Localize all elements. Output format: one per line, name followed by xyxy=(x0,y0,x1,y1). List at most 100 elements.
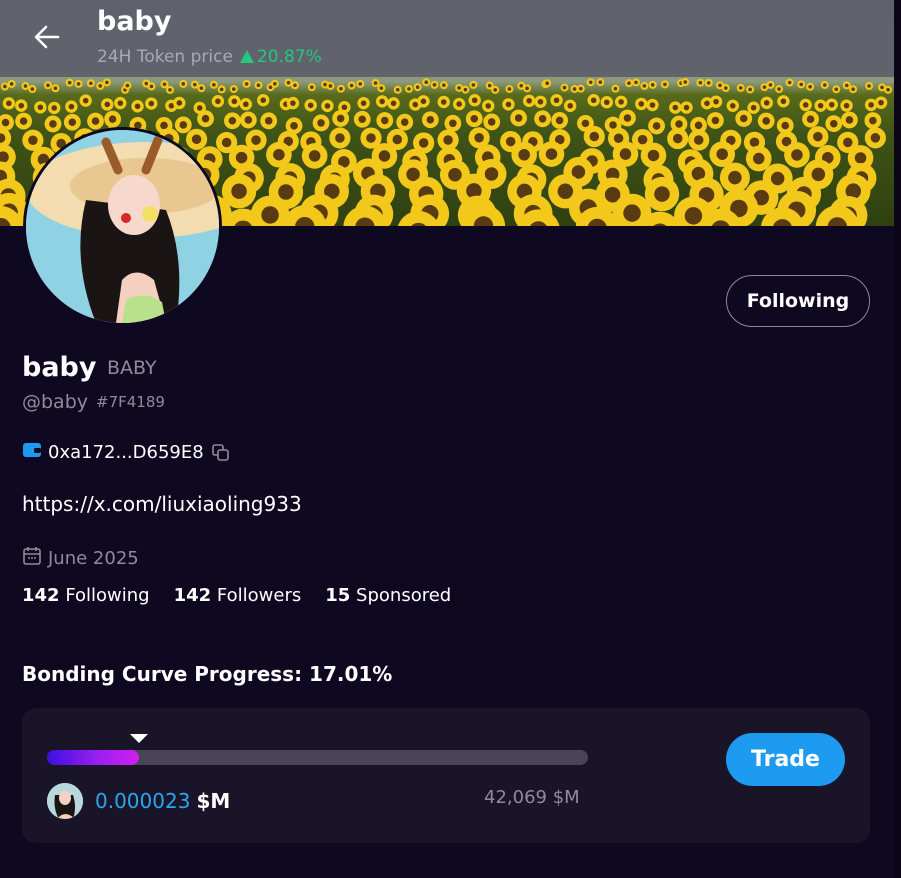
calendar-icon xyxy=(22,546,42,571)
stat-following[interactable]: 142 Following xyxy=(22,585,150,606)
sunflower-center xyxy=(581,119,590,128)
sunflower-center xyxy=(728,170,742,185)
sunflower-center xyxy=(553,97,560,104)
sunflower-center xyxy=(1,118,10,127)
sunflower-center xyxy=(261,206,279,224)
wallet-row: 0xa172...D659E8 xyxy=(22,441,229,463)
token-price-unit: $M xyxy=(196,789,231,813)
sunflower-center xyxy=(104,101,111,108)
stat-following-label: Following xyxy=(65,585,150,606)
sunflower-center xyxy=(844,83,849,88)
scrollbar[interactable] xyxy=(894,0,901,878)
sunflower-center xyxy=(108,115,117,123)
sunflower-center xyxy=(457,86,461,90)
sunflower-center xyxy=(880,85,884,90)
following-button[interactable]: Following xyxy=(726,275,870,327)
sunflower-center xyxy=(228,116,237,125)
back-arrow-icon[interactable] xyxy=(30,20,64,54)
sunflower-center xyxy=(324,103,331,109)
sunflower-center xyxy=(443,135,453,145)
sunflower-center xyxy=(125,83,130,88)
sunflower-center xyxy=(378,150,391,162)
sunflower-center xyxy=(221,137,232,148)
sunflower-center xyxy=(392,134,403,145)
sunflower-center xyxy=(752,152,765,165)
sunflower-center xyxy=(567,103,573,109)
sunflower-center xyxy=(485,103,492,109)
sunflower-center xyxy=(718,83,722,88)
sunflower-center xyxy=(244,82,249,86)
sunflower-center xyxy=(215,98,221,105)
sunflower-center xyxy=(201,114,210,123)
sunflower-center xyxy=(505,136,516,147)
sunflower-center xyxy=(212,83,216,87)
sunflower-center xyxy=(572,87,577,91)
sunflower-center xyxy=(89,81,93,86)
sunflower-center xyxy=(273,81,277,86)
sunflower-center xyxy=(768,83,773,87)
sunflower-center xyxy=(763,100,770,106)
copy-icon[interactable] xyxy=(211,443,229,461)
sunflower-center xyxy=(51,105,58,111)
sunflower-center xyxy=(162,82,167,87)
sunflower-center xyxy=(706,81,711,85)
sunflower-center xyxy=(545,81,549,86)
sunflower-center xyxy=(98,84,103,88)
sunflower-center xyxy=(854,152,867,164)
top-header: baby 24H Token price 20.87% xyxy=(0,0,894,77)
sunflower-center xyxy=(49,120,57,128)
sunflower-center xyxy=(335,133,345,143)
stat-followers-label: Followers xyxy=(216,585,302,606)
trade-button[interactable]: Trade xyxy=(726,733,845,786)
stat-followers-count: 142 xyxy=(173,585,212,606)
sunflower-center xyxy=(829,119,838,128)
sunflower-center xyxy=(290,122,298,130)
sunflower-center xyxy=(307,102,314,109)
sunflower-center xyxy=(46,83,50,88)
sunflower-center xyxy=(828,101,835,108)
sunflower-center xyxy=(694,121,703,130)
sunflower-center xyxy=(749,137,760,148)
profile-link[interactable]: https://x.com/liuxiaoling933 xyxy=(22,492,302,516)
sunflower-center xyxy=(683,104,690,111)
sunflower-center xyxy=(777,87,781,91)
profile-name: baby xyxy=(22,352,97,383)
sunflower-center xyxy=(18,102,25,109)
sunflower-center xyxy=(448,167,462,182)
sunflower-center xyxy=(442,83,446,87)
sunflower-center xyxy=(37,104,44,111)
sunflower-center xyxy=(144,81,149,86)
stat-followers[interactable]: 142 Followers xyxy=(174,585,302,606)
sunflower-center xyxy=(780,98,787,105)
sunflower-center xyxy=(328,84,333,88)
sunflower-center xyxy=(588,80,593,85)
sunflower-center xyxy=(440,99,447,105)
sunflower-center xyxy=(811,167,826,182)
sunflower-center xyxy=(179,121,188,129)
sunflower-center xyxy=(181,82,186,86)
sunflower-center xyxy=(791,149,803,161)
sunflower-center xyxy=(415,85,420,89)
up-triangle-icon xyxy=(239,50,254,63)
sunflower-center xyxy=(787,80,792,85)
sunflower-center xyxy=(806,115,815,123)
sunflower-center xyxy=(698,80,703,85)
sunflower-center xyxy=(134,103,141,110)
sunflower-center xyxy=(487,83,492,88)
sunflower-center xyxy=(432,83,437,87)
wallet-icon xyxy=(22,441,42,463)
sunflower-center xyxy=(716,148,728,160)
sunflower-center xyxy=(264,117,273,125)
sunflower-center xyxy=(519,83,524,88)
sunflower-center xyxy=(400,118,409,126)
sunflower-center xyxy=(813,131,823,142)
token-price-line: 24H Token price 20.87% xyxy=(97,47,322,67)
sunflower-center xyxy=(526,98,532,104)
sunflower-center xyxy=(192,82,197,87)
profile-avatar[interactable] xyxy=(23,127,222,326)
sunflower-center xyxy=(724,86,728,90)
sunflower-center xyxy=(176,100,183,106)
stat-sponsored[interactable]: 15 Sponsored xyxy=(325,585,451,606)
sunflower-center xyxy=(6,100,12,107)
sunflower-center xyxy=(613,133,624,144)
